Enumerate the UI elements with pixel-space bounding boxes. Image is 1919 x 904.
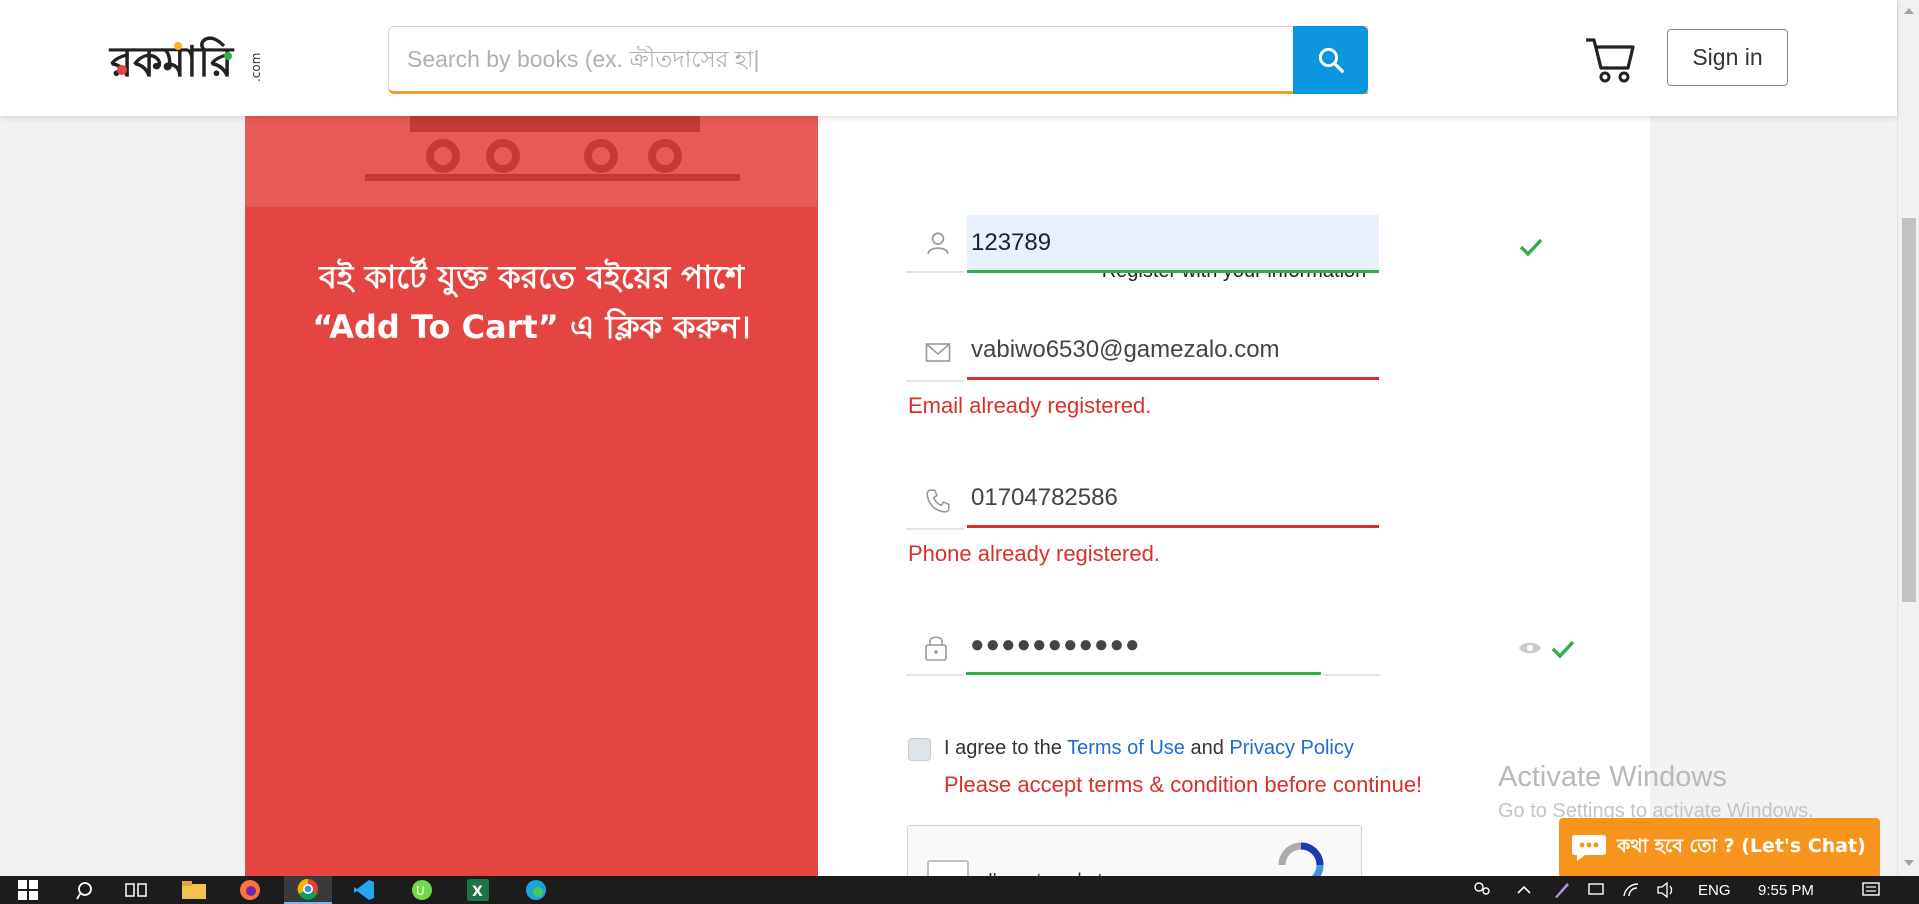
chat-bubble-icon (1572, 835, 1606, 861)
rokomari-logo[interactable]: রকমারি .com (108, 26, 278, 90)
user-icon (923, 228, 953, 258)
page-scrollbar[interactable] (1897, 0, 1919, 876)
icon-underline (906, 271, 964, 273)
name-valid-check-icon (1519, 238, 1543, 257)
svg-text:.com: .com (249, 53, 263, 82)
device-icon[interactable] (1584, 876, 1608, 904)
tray-chevron-icon[interactable] (1512, 876, 1536, 904)
search-button[interactable] (1293, 26, 1368, 94)
terms-agreement: I agree to the Terms of Use and Privacy … (944, 737, 1354, 760)
clock[interactable]: 9:55 PM (1758, 882, 1814, 899)
activate-windows-title: Activate Windows (1498, 761, 1727, 793)
svg-text:X: X (472, 884, 483, 900)
svg-text:রকমারি: রকমারি (108, 36, 235, 86)
upwork-icon[interactable]: U (404, 876, 440, 904)
task-view-icon[interactable] (118, 876, 154, 904)
promo-illustration (245, 116, 818, 207)
chat-button[interactable]: কথা হবে তো ? (Let's Chat) (1559, 818, 1880, 878)
icon-underline (1324, 674, 1380, 676)
language-indicator[interactable]: ENG (1698, 882, 1731, 899)
taskbar-search-icon[interactable] (68, 876, 104, 904)
people-icon[interactable] (1468, 876, 1496, 904)
promo-line-2: “Add To Cart” এ ক্লিক করুন। (312, 308, 751, 346)
scroll-thumb[interactable] (1902, 218, 1916, 602)
chrome-icon[interactable] (284, 876, 332, 904)
file-explorer-icon[interactable] (176, 876, 212, 904)
cart-icon[interactable] (1584, 34, 1636, 84)
terms-error: Please accept terms & condition before c… (944, 772, 1423, 797)
terms-checkbox[interactable] (908, 738, 931, 761)
icon-underline (906, 380, 964, 382)
search-box[interactable] (388, 26, 1368, 94)
scroll-down-arrow[interactable] (1904, 860, 1914, 866)
vscode-icon[interactable] (346, 876, 382, 904)
svg-text:U: U (416, 884, 425, 898)
agree-prefix: I agree to the (944, 737, 1062, 759)
phone-icon (923, 486, 953, 516)
eye-icon[interactable] (1515, 633, 1545, 663)
lock-icon (921, 633, 951, 663)
wifi-icon[interactable] (1620, 876, 1644, 904)
email-error: Email already registered. (908, 393, 1152, 418)
firefox-icon[interactable] (232, 876, 268, 904)
promo-message: বই কার্টে যুক্ত করতে বইয়ের পাশে “Add To… (245, 252, 818, 352)
promo-panel: বই কার্টে যুক্ত করতে বইয়ের পাশে “Add To… (245, 116, 818, 876)
phone-field[interactable]: 01704782586 (967, 470, 1379, 528)
volume-icon[interactable] (1654, 876, 1678, 904)
phone-error: Phone already registered. (908, 541, 1160, 566)
notification-icon[interactable] (1858, 876, 1884, 904)
icon-underline (906, 674, 964, 676)
pen-icon[interactable] (1550, 876, 1574, 904)
privacy-link[interactable]: Privacy Policy (1229, 737, 1353, 759)
search-icon (1318, 47, 1344, 73)
search-input[interactable] (407, 45, 1367, 73)
chat-label: কথা হবে তো ? (Let's Chat) (1617, 835, 1866, 857)
password-field[interactable]: ●●●●●●●●●●● (966, 617, 1321, 675)
promo-line-1: বই কার্টে যুক্ত করতে বইয়ের পাশে (318, 258, 745, 296)
agree-and: and (1190, 737, 1224, 759)
envelope-icon (923, 338, 953, 368)
site-header: রকমারি .com Sign in (0, 0, 1897, 116)
terms-link[interactable]: Terms of Use (1067, 737, 1185, 759)
excel-icon[interactable]: X (460, 876, 496, 904)
edge-icon[interactable] (518, 876, 554, 904)
icon-underline (906, 528, 964, 530)
name-field[interactable]: 123789 (967, 215, 1379, 273)
email-field[interactable]: vabiwo6530@gamezalo.com (967, 322, 1379, 380)
scroll-up-arrow[interactable] (1904, 8, 1914, 14)
signin-button[interactable]: Sign in (1667, 29, 1788, 86)
windows-start-icon[interactable] (10, 876, 46, 904)
windows-taskbar: U X ENG 9:55 PM (0, 876, 1919, 904)
password-valid-check-icon (1551, 640, 1575, 659)
